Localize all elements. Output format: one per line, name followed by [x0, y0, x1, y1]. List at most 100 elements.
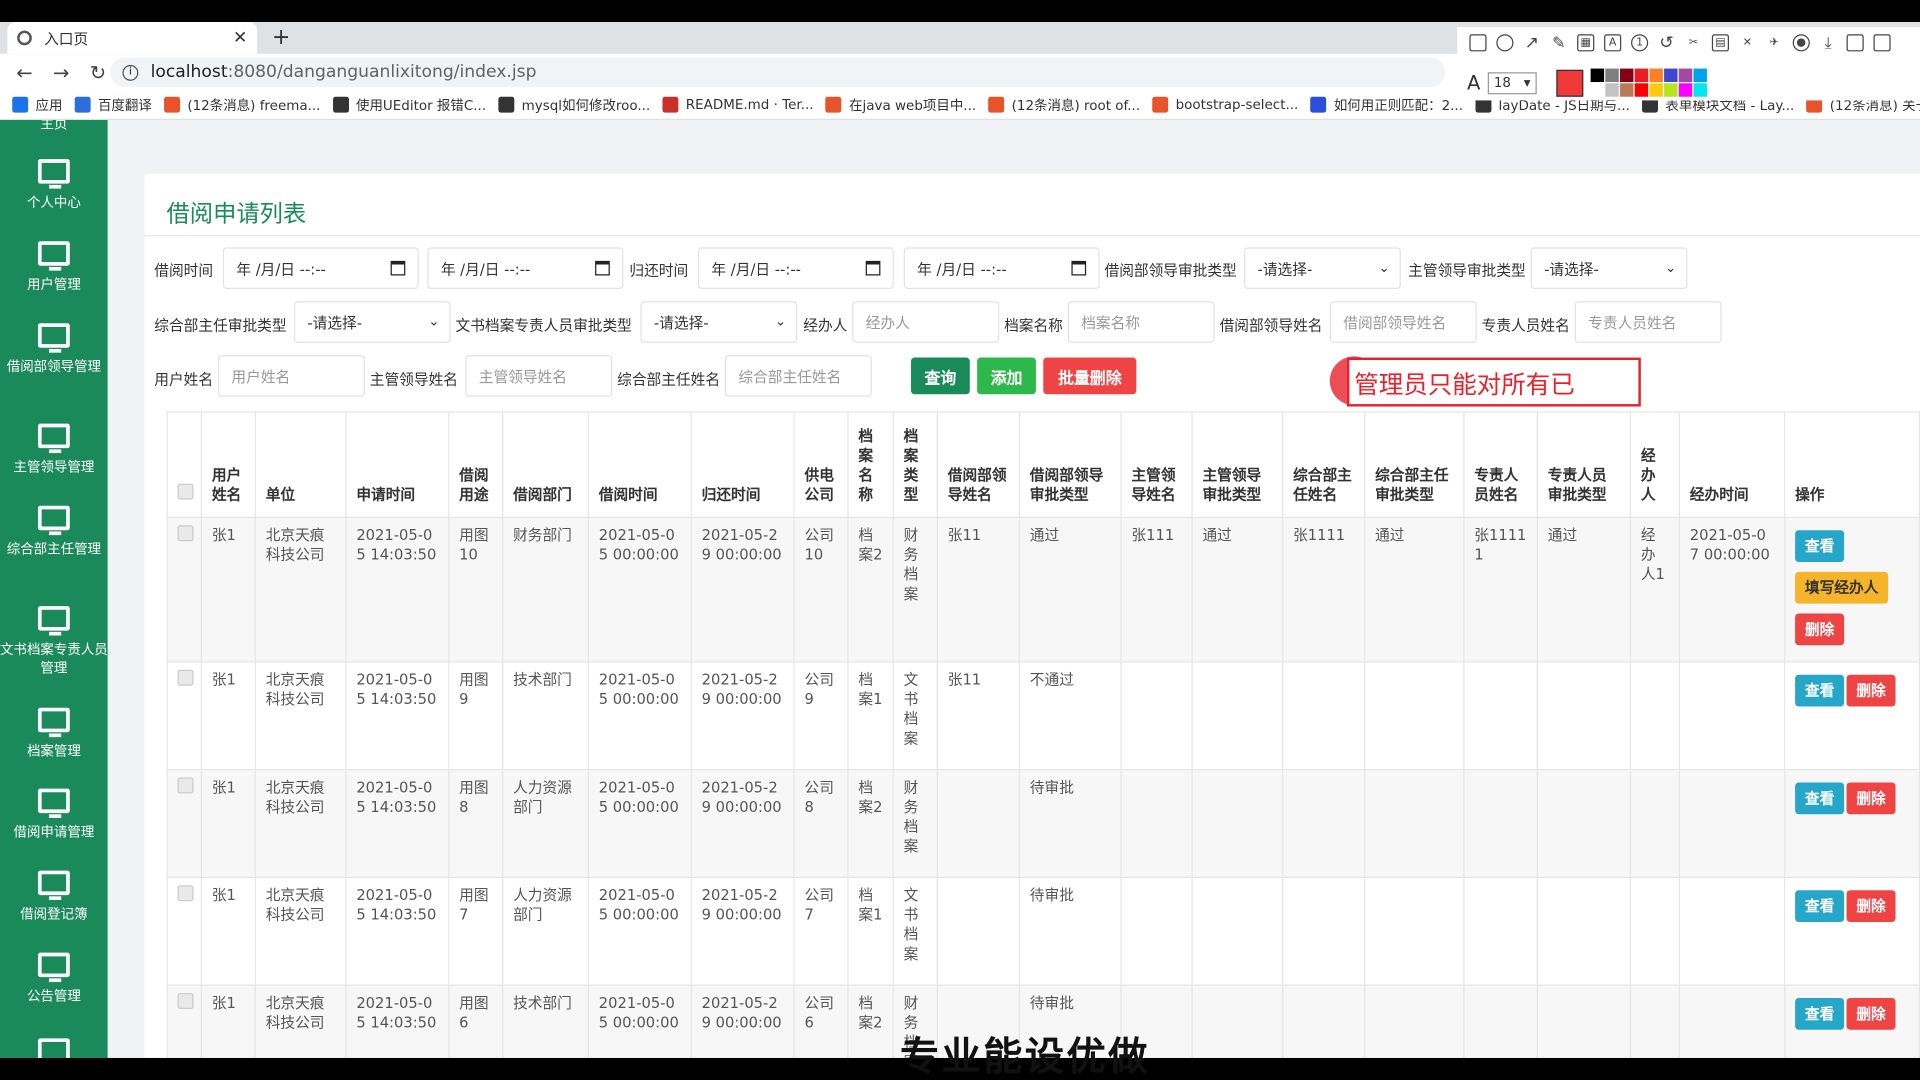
color-swatch[interactable] — [1678, 83, 1693, 97]
color-swatch[interactable] — [1664, 68, 1678, 83]
color-swatch[interactable] — [1678, 68, 1693, 83]
sidebar-item[interactable]: 借阅部领导管理 — [0, 323, 108, 376]
color-swatch[interactable] — [1619, 68, 1634, 83]
font-size-select[interactable]: 18 ▾ — [1487, 71, 1537, 94]
sidebar-item[interactable]: 主管领导管理 — [0, 423, 108, 477]
view-button[interactable]: 查看 — [1795, 890, 1845, 923]
query-button[interactable]: 查询 — [911, 357, 970, 395]
row-checkbox[interactable] — [177, 993, 194, 1009]
archivist-name-input[interactable]: 专责人员姓名 — [1574, 301, 1722, 343]
cancel-icon[interactable]: ✕ — [1739, 34, 1756, 51]
bookmark-item[interactable]: mysql如何修改roo... — [498, 95, 650, 115]
sidebar-item[interactable]: 借阅申请管理 — [0, 788, 108, 842]
current-color-swatch[interactable] — [1556, 69, 1584, 97]
sidebar-item[interactable]: 个人中心 — [0, 159, 108, 212]
dept-leader-type-select[interactable]: -请选择- ⌄ — [1244, 247, 1401, 289]
row-checkbox[interactable] — [177, 777, 194, 794]
download-icon[interactable]: ⤓ — [1820, 34, 1837, 52]
address-bar[interactable]: i localhost:8080/danganguanlixitong/inde… — [110, 57, 1445, 87]
reload-icon[interactable]: ↻ — [86, 61, 110, 84]
return-time-start-input[interactable]: 年 /月/日 --:-- — [697, 247, 894, 289]
ellipse-tool-icon[interactable] — [1496, 34, 1514, 52]
view-button[interactable]: 查看 — [1795, 674, 1845, 707]
color-swatch[interactable] — [1590, 83, 1605, 97]
copy-icon[interactable] — [1846, 34, 1864, 52]
info-icon[interactable]: i — [122, 64, 139, 81]
browser-tab[interactable]: 入口页 ✕ — [7, 22, 258, 54]
delete-button[interactable]: 删除 — [1846, 997, 1896, 1030]
bookmark-item[interactable]: 如何用正则匹配：2... — [1310, 95, 1463, 115]
cut-icon[interactable]: ✂ — [1685, 34, 1702, 51]
sidebar-item[interactable]: 用户管理 — [0, 241, 108, 294]
delete-button[interactable]: 删除 — [1846, 782, 1896, 815]
text-tool-icon[interactable]: A — [1604, 34, 1622, 52]
sidebar-item[interactable]: 综合部主任管理 — [0, 505, 108, 559]
record-icon[interactable]: ● — [1792, 34, 1810, 52]
dept-leader-name-input[interactable]: 借阅部领导姓名 — [1329, 301, 1477, 343]
color-swatch[interactable] — [1590, 68, 1605, 83]
bookmark-item[interactable]: README.md · Ter... — [662, 96, 814, 113]
username-input[interactable]: 用户姓名 — [217, 355, 365, 397]
calendar-icon[interactable] — [865, 260, 881, 276]
color-swatch[interactable] — [1693, 68, 1707, 83]
bookmark-item[interactable]: 在java web项目中... — [825, 95, 976, 115]
calendar-icon[interactable] — [1071, 260, 1087, 276]
row-checkbox[interactable] — [177, 885, 194, 902]
row-checkbox[interactable] — [177, 669, 194, 686]
arrow-tool-icon[interactable]: ↗ — [1523, 33, 1540, 53]
number-tool-icon[interactable]: 1 — [1631, 34, 1649, 52]
chat-icon[interactable] — [1873, 34, 1891, 52]
row-checkbox[interactable] — [177, 525, 194, 542]
main-leader-type-select[interactable]: -请选择- ⌄ — [1530, 247, 1688, 289]
pen-tool-icon[interactable]: ✎ — [1550, 34, 1567, 52]
color-swatch[interactable] — [1634, 68, 1649, 83]
new-tab-icon[interactable]: + — [272, 24, 290, 50]
delete-button[interactable]: 删除 — [1846, 890, 1896, 923]
general-director-type-select[interactable]: -请选择- ⌄ — [293, 301, 451, 343]
undo-icon[interactable]: ↺ — [1658, 33, 1675, 53]
bookmark-item[interactable]: bootstrap-select... — [1152, 96, 1298, 113]
main-leader-name-input[interactable]: 主管领导姓名 — [465, 355, 613, 397]
pin-icon[interactable]: ✈ — [1766, 34, 1783, 51]
sidebar-item[interactable] — [0, 1038, 108, 1058]
color-swatch[interactable] — [1649, 68, 1663, 83]
archive-name-input[interactable]: 档案名称 — [1067, 301, 1215, 343]
bookmark-item[interactable]: 应用 — [12, 95, 62, 115]
sidebar-item[interactable]: 文书档案专责人员管理 — [0, 606, 108, 677]
batch-delete-button[interactable]: 批量删除 — [1043, 357, 1137, 395]
color-swatch[interactable] — [1664, 83, 1678, 97]
color-swatch[interactable] — [1634, 83, 1649, 97]
fill-handler-button[interactable]: 填写经办人 — [1795, 571, 1889, 604]
view-button[interactable]: 查看 — [1795, 530, 1845, 563]
color-swatch[interactable] — [1605, 83, 1619, 97]
handler-input[interactable]: 经办人 — [852, 301, 1000, 343]
general-director-name-input[interactable]: 综合部主任姓名 — [724, 355, 872, 397]
rectangle-tool-icon[interactable] — [1469, 34, 1487, 52]
add-button[interactable]: 添加 — [977, 357, 1036, 395]
color-swatch[interactable] — [1619, 83, 1634, 97]
annotation-text-box[interactable]: 管理员只能对所有已 — [1346, 357, 1641, 407]
view-button[interactable]: 查看 — [1795, 782, 1845, 815]
sidebar-item[interactable]: 主页 — [0, 120, 108, 133]
view-button[interactable]: 查看 — [1795, 997, 1845, 1030]
sidebar-item[interactable]: 公告管理 — [0, 952, 108, 1006]
select-all-checkbox[interactable] — [177, 483, 194, 500]
borrow-time-start-input[interactable]: 年 /月/日 --:-- — [222, 247, 419, 289]
sidebar-item[interactable]: 档案管理 — [0, 707, 108, 761]
color-swatch[interactable] — [1605, 68, 1619, 83]
return-time-end-input[interactable]: 年 /月/日 --:-- — [903, 247, 1100, 289]
color-swatch[interactable] — [1693, 83, 1707, 97]
color-swatch[interactable] — [1649, 83, 1663, 97]
borrow-time-end-input[interactable]: 年 /月/日 --:-- — [427, 247, 624, 289]
archivist-type-select[interactable]: -请选择- ⌄ — [640, 301, 798, 343]
calendar-icon[interactable] — [595, 260, 610, 276]
close-icon[interactable]: ✕ — [233, 28, 247, 48]
mosaic-tool-icon[interactable]: ▦ — [1577, 34, 1595, 52]
back-icon[interactable]: ← — [12, 61, 36, 84]
bookmark-item[interactable]: (12条消息) freema... — [164, 95, 320, 115]
forward-icon[interactable]: → — [49, 61, 73, 84]
bookmark-item[interactable]: (12条消息) root of... — [988, 95, 1140, 115]
delete-button[interactable]: 删除 — [1846, 674, 1896, 707]
bookmark-item[interactable]: 使用UEditor 报错C... — [332, 95, 486, 115]
delete-button[interactable]: 删除 — [1795, 613, 1845, 646]
